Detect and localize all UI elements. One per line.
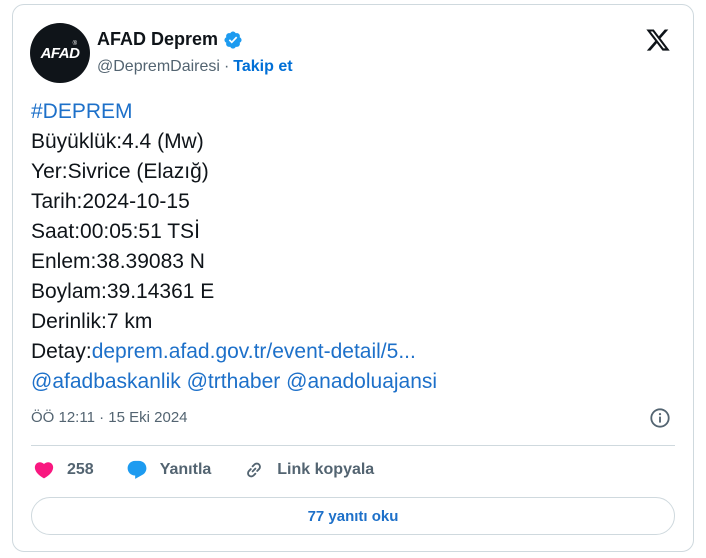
copy-link-button[interactable]: Link kopyala [243,459,374,481]
heart-icon [34,462,54,479]
latitude-line: Enlem:38.39083 N [31,250,205,273]
like-count: 258 [67,461,94,478]
x-logo-icon[interactable] [645,27,671,53]
avatar[interactable]: AFAD ® [30,23,90,83]
copy-link-label: Link kopyala [277,461,375,478]
author-name-row: AFAD Deprem [97,29,243,50]
info-icon[interactable] [649,407,671,429]
tweet-time: ÖÖ 12:11 [31,409,95,426]
reply-label: Yanıtla [159,461,212,478]
tweet-card: AFAD ® AFAD Deprem @DepremDairesi · Taki… [12,4,694,552]
date-line: Tarih:2024-10-15 [31,190,190,213]
mention-link[interactable]: @anadoluajansi [286,370,437,393]
tweet-body: #DEPREM Büyüklük:4.4 (Mw) Yer:Sivrice (E… [31,97,437,397]
location-line: Yer:Sivrice (Elazığ) [31,160,209,183]
verified-badge-icon [224,30,242,49]
read-replies-button[interactable]: 77 yanıtı oku [31,497,675,535]
tweet-date: 15 Eki 2024 [108,409,188,426]
detail-link[interactable]: deprem.afad.gov.tr/event-detail/5... [92,340,416,363]
avatar-logo-text: AFAD [40,44,80,62]
link-icon [247,462,262,478]
follow-button[interactable]: Takip et [233,58,292,76]
like-button[interactable]: 258 [33,459,94,481]
reply-bubble-icon [127,460,147,479]
mentions-line: @afadbaskanlik @trthaber @anadoluajansi [31,367,437,397]
mention-link[interactable]: @afadbaskanlik [31,370,181,393]
mention-link[interactable]: @trthaber [187,370,281,393]
longitude-line: Boylam:39.14361 E [31,280,215,303]
action-bar: 258 Yanıtla Link kopyala [33,459,406,481]
magnitude-line: Büyüklük:4.4 (Mw) [31,130,204,153]
time-line: Saat:00:05:51 TSİ [31,220,200,243]
handle-row: @DepremDairesi · Takip et [97,58,293,76]
tweet-timestamp[interactable]: ÖÖ 12:11 · 15 Eki 2024 [31,409,188,426]
separator: · [99,409,105,426]
author-name[interactable]: AFAD Deprem [97,29,218,50]
separator: · [223,58,230,75]
divider [31,445,675,446]
reply-button[interactable]: Yanıtla [126,459,212,481]
detail-line: Detay:deprem.afad.gov.tr/event-detail/5.… [31,337,437,367]
hashtag-link[interactable]: #DEPREM [31,97,437,127]
author-handle[interactable]: @DepremDairesi [97,58,220,76]
detail-label: Detay: [31,340,92,363]
depth-line: Derinlik:7 km [31,310,153,333]
